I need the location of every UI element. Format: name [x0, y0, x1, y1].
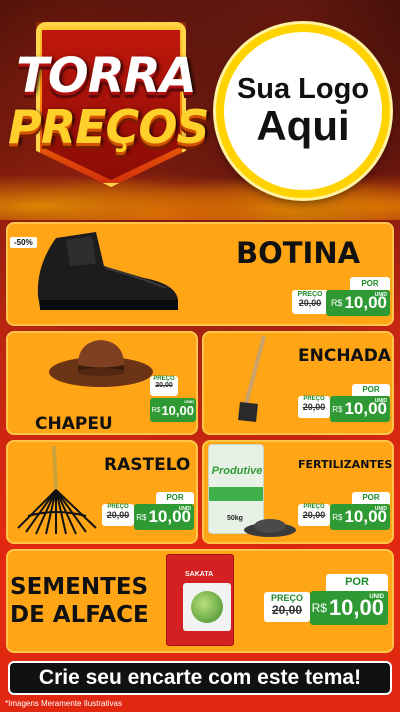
preco-label: PREÇO — [297, 291, 323, 298]
new-price-box: R$ 10,00 UNID — [310, 591, 388, 625]
old-price-box: PREÇO 20,00 — [150, 376, 178, 396]
currency-symbol: R$ — [332, 512, 343, 522]
price-tag-enchada: POR PREÇO 20,00 R$ 10,00 UNID — [298, 384, 390, 424]
currency-symbol: R$ — [136, 512, 147, 522]
price-tag-chapeu: PREÇO 20,00 R$ 10,00 UNID — [146, 376, 196, 426]
price-tag-sementes: POR PREÇO 20,00 R$ 10,00 UNID — [264, 574, 388, 628]
title-badge: TORRA PREÇOS — [8, 14, 210, 187]
cta-banner[interactable]: Crie seu encarte com este tema! — [8, 661, 392, 695]
logo-placeholder[interactable]: Sua Logo Aqui — [216, 24, 390, 198]
por-label: POR — [326, 574, 388, 591]
hoe-image — [238, 335, 266, 422]
price-tag-rastelo: POR PREÇO 20,00 R$ 10,00 UNID — [102, 492, 194, 532]
product-name-chapeu: CHAPEU — [35, 414, 113, 434]
title-line-1: TORRA — [16, 48, 197, 104]
fertilizer-bag-band — [209, 487, 263, 501]
old-price: 20,00 — [155, 382, 173, 389]
old-price-box: PREÇO 20,00 — [264, 592, 310, 622]
product-name-fertilizantes: FERTILIZANTES — [298, 458, 393, 471]
currency-symbol: R$ — [332, 404, 343, 414]
old-price: 20,00 — [302, 402, 326, 412]
fertilizer-bag-brand: Produtive — [211, 465, 263, 477]
new-price-box: R$ 10,00 UNID — [330, 396, 390, 422]
logo-text-line-2: Aqui — [256, 102, 350, 150]
old-price-box: PREÇO 20,00 — [292, 290, 328, 314]
seed-pack-brand: SAKATA — [185, 571, 214, 578]
fertilizer-bag-weight: 50kg — [227, 515, 243, 522]
por-label: POR — [156, 492, 194, 504]
seed-pack-image: SAKATA — [166, 554, 234, 646]
new-price-box: R$ 10,00 UNID — [150, 398, 196, 422]
logo-text-line-1: Sua Logo — [236, 72, 370, 105]
unit-label: UNID — [178, 506, 191, 512]
hat-image — [49, 340, 153, 387]
title-line-2: PREÇOS — [8, 100, 210, 154]
new-price-box: R$ 10,00 UNID — [326, 290, 390, 316]
unit-label: UNID — [184, 399, 194, 404]
old-price: 20,00 — [298, 298, 322, 308]
product-name-sementes-line-2: DE ALFACE — [10, 602, 149, 628]
price-tag-fertilizantes: POR PREÇO 20,00 R$ 10,00 UNID — [298, 492, 390, 532]
unit-label: UNID — [374, 398, 387, 404]
new-price-box: R$ 10,00 UNID — [134, 504, 194, 530]
por-label: POR — [352, 492, 390, 504]
preco-label: PREÇO — [270, 593, 303, 603]
rake-image — [17, 445, 97, 535]
product-name-enchada: ENCHADA — [298, 346, 391, 366]
old-price-box: PREÇO 20,00 — [102, 504, 134, 526]
por-label: POR — [352, 384, 390, 396]
unit-label: UNID — [369, 594, 384, 600]
new-price-box: R$ 10,00 UNID — [330, 504, 390, 530]
price-tag-botina: POR PREÇO 20,00 R$ 10,00 UNID — [292, 277, 390, 319]
lettuce-icon — [191, 591, 223, 623]
old-price-box: PREÇO 20,00 — [298, 396, 330, 418]
new-price: 10,00 — [161, 402, 194, 418]
boot-image — [37, 232, 179, 310]
product-name-rastelo: RASTELO — [104, 455, 191, 475]
currency-symbol: R$ — [151, 406, 161, 414]
fertilizer-pile-image — [244, 519, 296, 537]
old-price: 20,00 — [271, 603, 303, 617]
currency-symbol: R$ — [311, 601, 327, 615]
old-price: 20,00 — [302, 510, 326, 520]
footnote: *Imagens Meramente Ilustrativas — [5, 699, 122, 708]
currency-symbol: R$ — [330, 298, 343, 308]
old-price-box: PREÇO 20,00 — [298, 504, 330, 526]
product-name-sementes-line-1: SEMENTES — [10, 574, 149, 600]
old-price: 20,00 — [106, 510, 130, 520]
product-name-botina: BOTINA — [236, 236, 361, 270]
unit-label: UNID — [374, 292, 387, 298]
por-label: POR — [350, 277, 390, 290]
unit-label: UNID — [374, 506, 387, 512]
